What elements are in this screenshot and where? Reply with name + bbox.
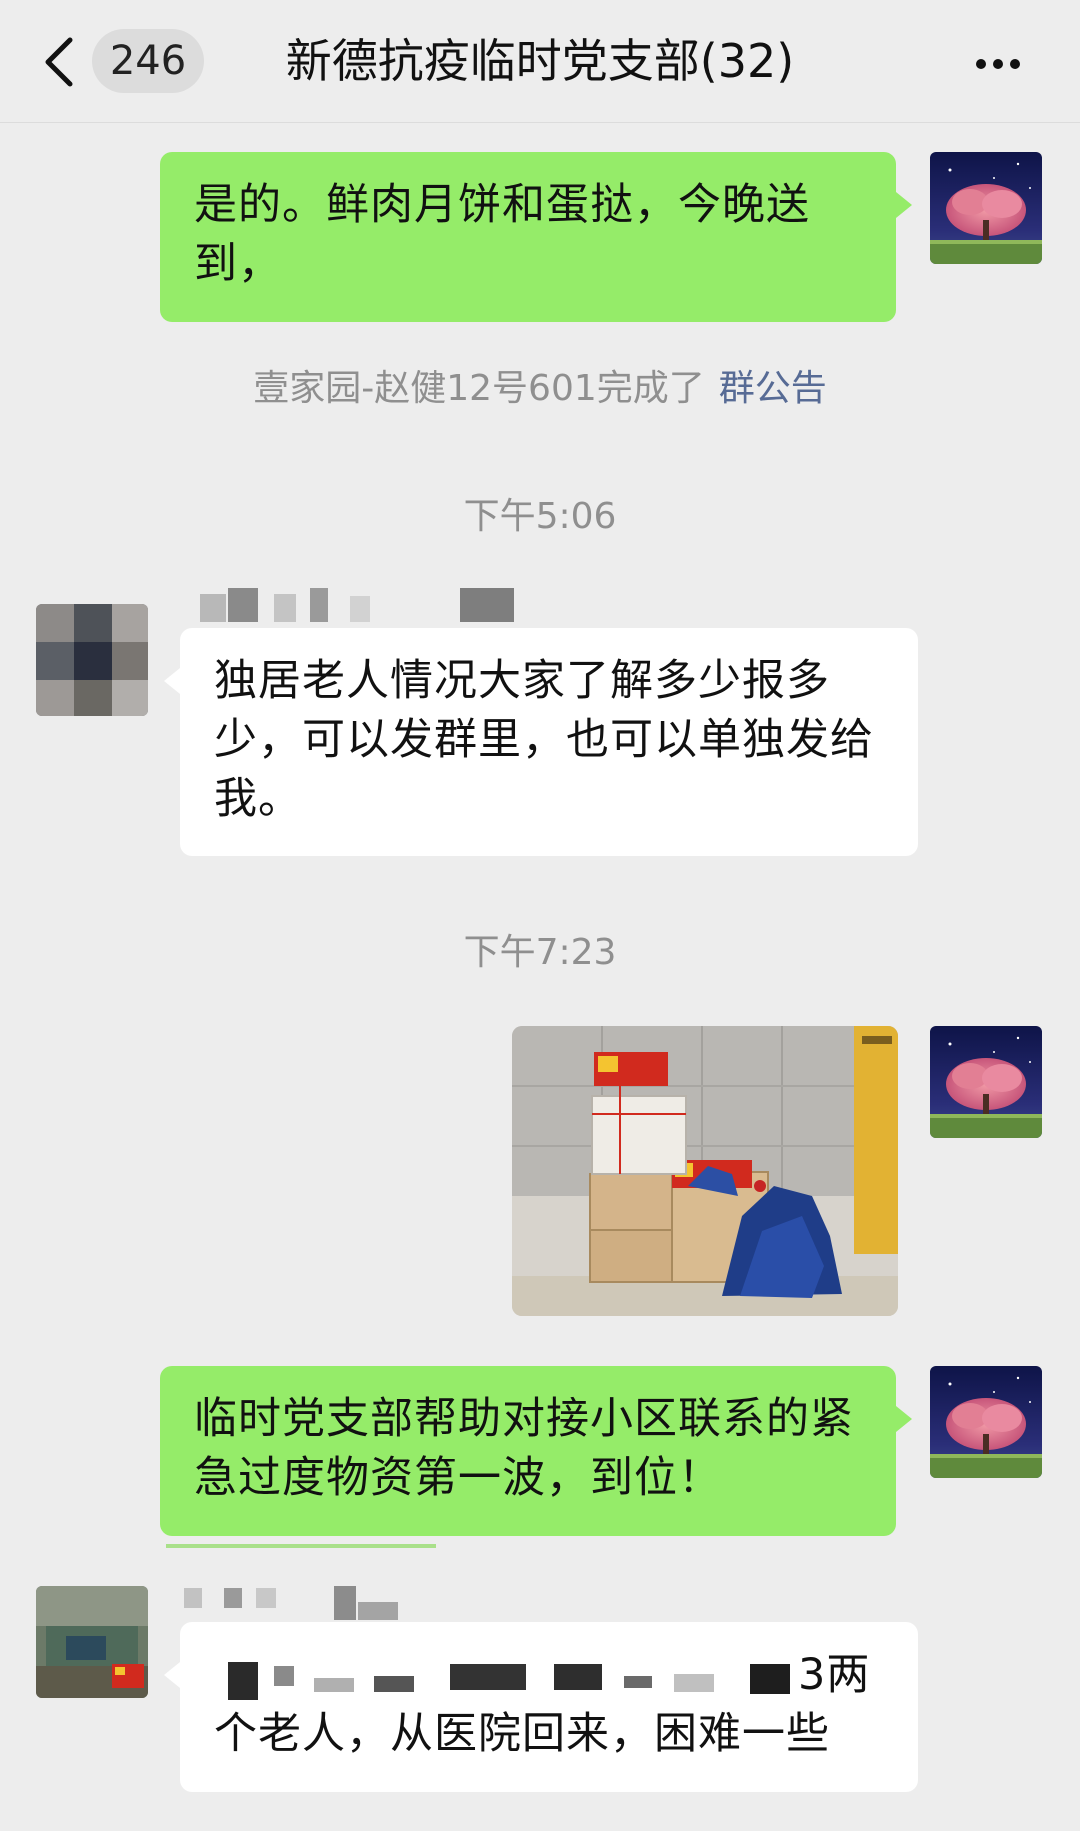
sender-name-redacted — [200, 588, 520, 626]
chat-header: 246 新德抗疫临时党支部(32) — [0, 0, 1080, 123]
bubble-tail — [164, 1662, 180, 1688]
delivered-supplies-photo — [512, 1026, 898, 1316]
group-notice-link[interactable]: 群公告 — [719, 368, 827, 409]
incoming-message-bubble[interactable]: 3两 个老人，从医院回来，困难一些 — [180, 1622, 918, 1792]
self-avatar[interactable] — [930, 1026, 1042, 1138]
message-line-redacted: 3两 — [214, 1646, 884, 1705]
notice-text: 壹家园-赵健12号601完成了 — [253, 368, 705, 409]
member-avatar[interactable] — [36, 604, 148, 716]
outgoing-message-bubble[interactable]: 临时党支部帮助对接小区联系的紧急过度物资第一波，到位！ — [160, 1366, 896, 1536]
party-flag-icon — [112, 1664, 144, 1688]
message-text: 个老人，从医院回来，困难一些 — [214, 1709, 830, 1759]
redacted-text — [214, 1646, 794, 1705]
chevron-left-icon[interactable] — [40, 34, 80, 90]
timestamp: 下午7:23 — [463, 932, 617, 973]
bubble-tail — [896, 192, 912, 218]
incoming-message-bubble[interactable]: 独居老人情况大家了解多少报多少，可以发群里，也可以单独发给我。 — [180, 628, 918, 856]
sender-name-redacted — [184, 1586, 414, 1620]
more-dots-icon[interactable] — [976, 54, 1028, 69]
outgoing-image-message[interactable] — [512, 1026, 898, 1316]
timestamp: 下午5:06 — [463, 496, 617, 537]
message-text: 临时党支部帮助对接小区联系的紧急过度物资第一波，到位！ — [194, 1394, 854, 1503]
bubble-tail — [896, 1406, 912, 1432]
message-text-visible: 3两 — [798, 1650, 871, 1700]
self-avatar[interactable] — [930, 1366, 1042, 1478]
self-avatar[interactable] — [930, 152, 1042, 264]
outgoing-message-bubble[interactable]: 是的。鲜肉月饼和蛋挞，今晚送到， — [160, 152, 896, 322]
unread-count-badge[interactable]: 246 — [92, 29, 204, 93]
message-text: 独居老人情况大家了解多少报多少，可以发群里，也可以单独发给我。 — [214, 656, 874, 824]
bubble-tail — [164, 668, 180, 694]
selection-underline — [166, 1544, 436, 1548]
group-notice-line: 壹家园-赵健12号601完成了 群公告 — [0, 364, 1080, 414]
message-text: 是的。鲜肉月饼和蛋挞，今晚送到， — [194, 180, 810, 289]
chat-title: 新德抗疫临时党支部(32) — [285, 34, 795, 88]
